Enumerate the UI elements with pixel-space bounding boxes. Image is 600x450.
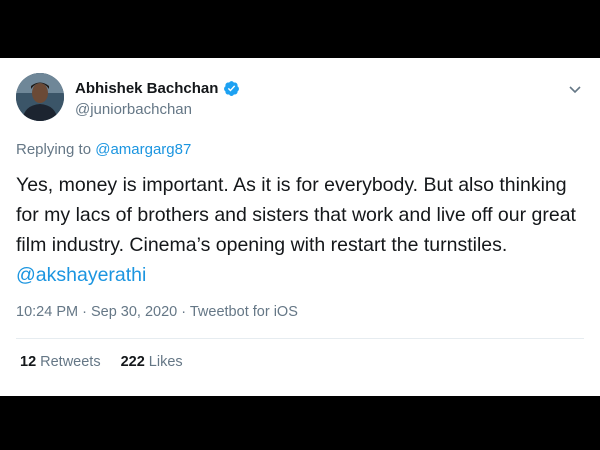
- tweet-body: Yes, money is important. As it is for ev…: [16, 174, 576, 256]
- tweet-client[interactable]: Tweetbot for iOS: [190, 304, 298, 320]
- verified-badge-icon: [223, 80, 240, 97]
- avatar[interactable]: [16, 73, 64, 121]
- replying-to: Replying to @amargarg87: [16, 141, 191, 158]
- retweets-count: 12: [20, 354, 37, 370]
- meta-separator: ·: [177, 304, 190, 320]
- retweets-label: Retweets: [40, 354, 101, 370]
- tweet-text: Yes, money is important. As it is for ev…: [16, 170, 586, 290]
- tweet-date[interactable]: Sep 30, 2020: [91, 304, 177, 320]
- reply-mention-link[interactable]: @amargarg87: [95, 141, 191, 158]
- likes-label: Likes: [148, 354, 183, 370]
- tweet-card: Abhishek Bachchan @juniorbachchan Replyi…: [0, 58, 600, 396]
- avatar-image: [16, 73, 64, 121]
- tweet-mention-link[interactable]: @akshayerathi: [16, 264, 146, 286]
- tweet-stats: 12 Retweets 222 Likes: [20, 354, 183, 370]
- likes-count: 222: [120, 354, 145, 370]
- replying-prefix: Replying to: [16, 141, 96, 158]
- name-row: Abhishek Bachchan: [75, 80, 240, 97]
- tweet-meta: 10:24 PM · Sep 30, 2020 · Tweetbot for i…: [16, 304, 298, 320]
- display-name[interactable]: Abhishek Bachchan: [75, 80, 218, 97]
- chevron-down-icon[interactable]: [566, 80, 584, 98]
- likes-stat[interactable]: 222 Likes: [121, 354, 183, 370]
- retweets-stat[interactable]: 12 Retweets: [20, 354, 101, 370]
- tweet-time[interactable]: 10:24 PM: [16, 304, 78, 320]
- divider: [16, 338, 584, 339]
- meta-separator: ·: [78, 304, 91, 320]
- user-handle[interactable]: @juniorbachchan: [75, 101, 192, 118]
